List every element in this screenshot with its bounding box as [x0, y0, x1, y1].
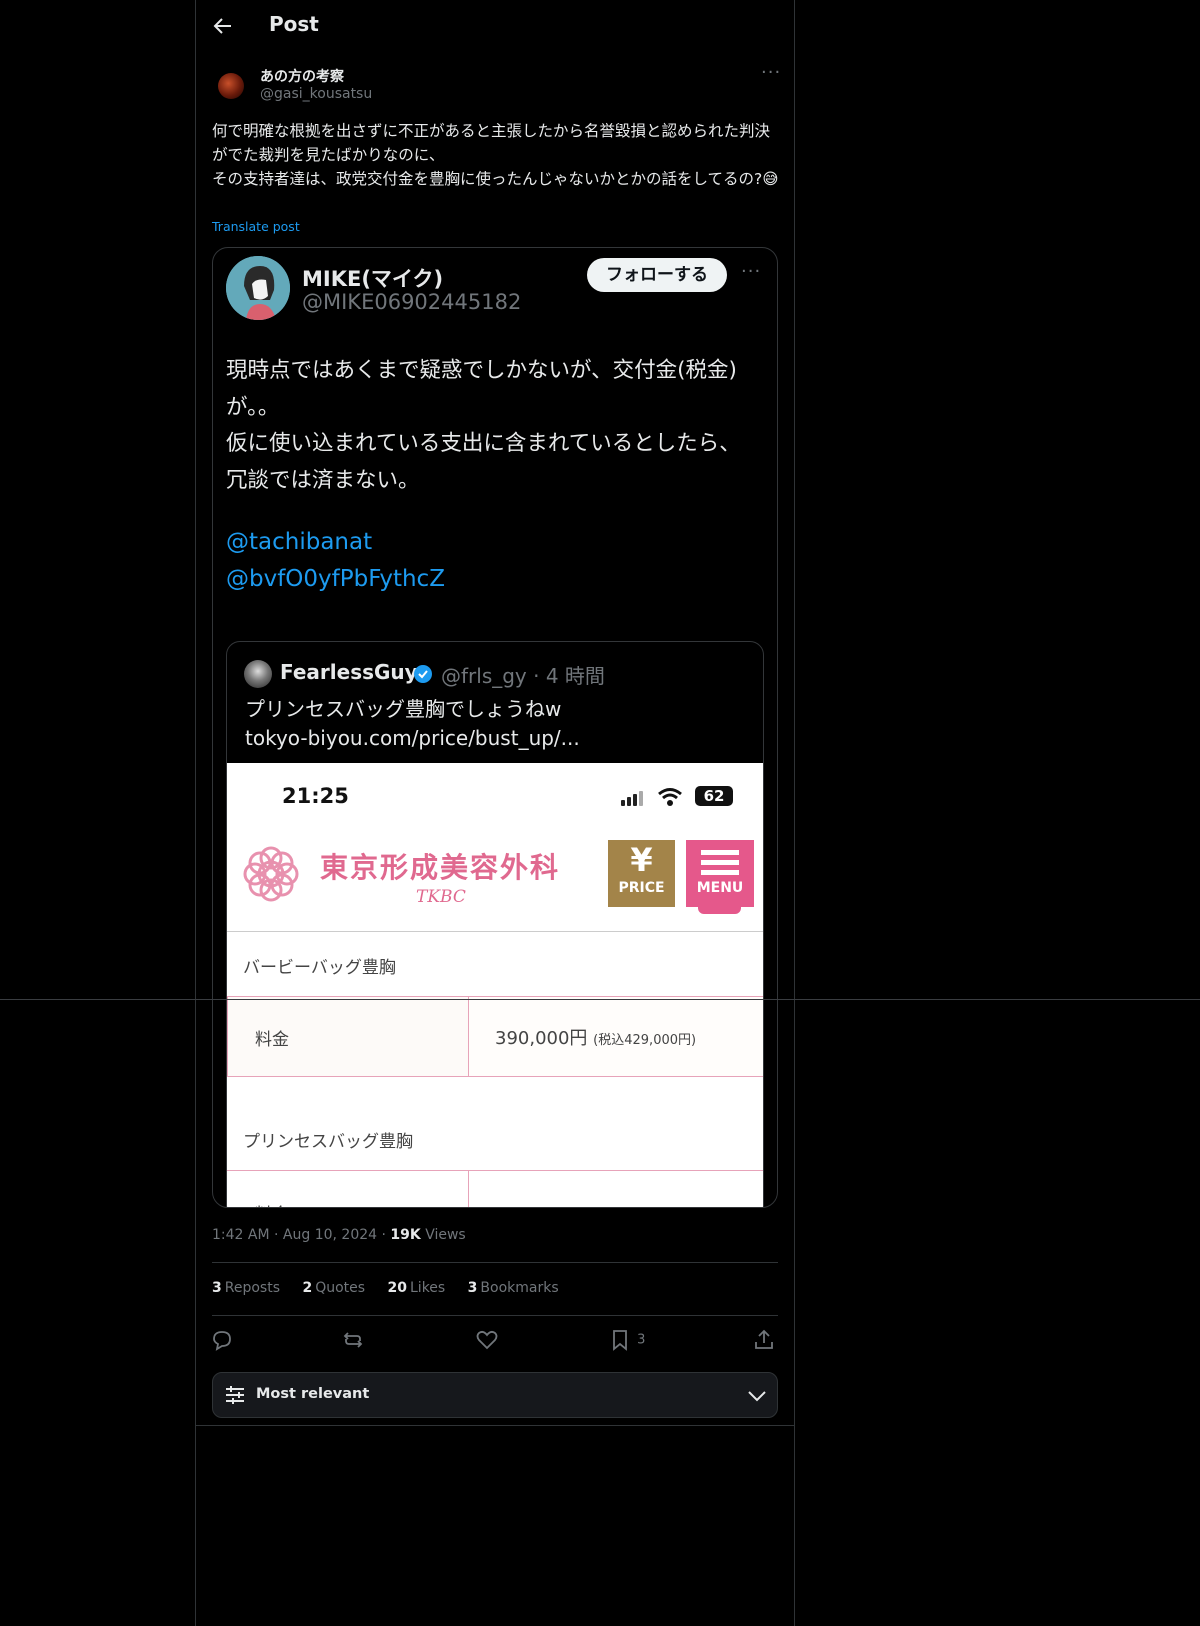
menu-button: MENU	[686, 840, 754, 907]
embedded-more-icon: ···	[741, 261, 762, 282]
divider	[196, 1425, 794, 1426]
engagement-stats: 3 Reposts 2 Quotes 20 Likes 3 Bookmarks	[212, 1280, 577, 1296]
embedded-text: 現時点ではあくまで疑惑でしかないが、交付金(税金)が。。 仮に使い込まれている支…	[226, 358, 741, 493]
table-border	[468, 1170, 469, 1207]
post-text: 何で明確な根拠を出さずに不正があると主張したから名誉毀損と認められた判決がでた裁…	[212, 122, 779, 188]
quoted-tweet: FearlessGuy @frls_gy · 4 時間 プリンセスバッグ豊胸でし…	[226, 641, 764, 1207]
quoted-author-name: FearlessGuy	[280, 660, 418, 684]
divider	[212, 1315, 778, 1316]
hamburger-icon	[686, 840, 754, 875]
price-label: 料金	[255, 1030, 289, 1050]
author-avatar[interactable]	[218, 73, 244, 99]
clinic-name: 東京形成美容外科	[320, 851, 561, 884]
menu-tab-decoration	[698, 904, 741, 914]
like-heart-icon[interactable]	[475, 1328, 501, 1354]
quoted-text: プリンセスバッグ豊胸でしょうねw tokyo-biyou.com/price/b…	[245, 697, 580, 750]
post-timestamp: 1:42 AM · Aug 10, 2024 · 19K Views	[212, 1227, 466, 1243]
author-name[interactable]: あの方の考察	[260, 66, 344, 86]
bookmarks-stat[interactable]: 3 Bookmarks	[468, 1280, 559, 1296]
battery-indicator: 62	[695, 786, 733, 806]
follow-button: フォローする	[587, 258, 727, 292]
likes-stat[interactable]: 20 Likes	[388, 1280, 446, 1296]
mention-tachibanat: @tachibanat	[226, 529, 373, 555]
chevron-down-icon	[747, 1387, 767, 1409]
back-arrow-icon[interactable]	[211, 14, 235, 38]
embedded-avatar	[226, 256, 290, 320]
quoted-avatar	[244, 660, 272, 688]
share-icon[interactable]	[752, 1328, 778, 1354]
table-border	[468, 996, 469, 1076]
main-column: Post あの方の考察 @gasi_kousatsu ··· 何で明確な根拠を出…	[195, 0, 795, 1626]
more-options-icon[interactable]: ···	[761, 62, 781, 83]
quoted-author-handle: @frls_gy · 4 時間	[441, 664, 605, 688]
divider	[227, 931, 763, 932]
embedded-author-handle: @MIKE06902445182	[302, 290, 522, 314]
clinic-screenshot: 21:25 62 東京形成美容外科 TKBC ¥ PRICE MENU バービー…	[227, 763, 763, 1207]
table-border	[227, 1170, 763, 1171]
table-border	[227, 996, 228, 1076]
mention-bvfo0yf: @bvfO0yfPbFythcZ	[226, 566, 445, 592]
price-label: 料金	[255, 1200, 289, 1207]
translate-post-link[interactable]: Translate post	[212, 219, 300, 234]
clinic-logo-icon	[239, 842, 303, 906]
reply-icon[interactable]	[210, 1328, 236, 1354]
verified-badge-icon	[413, 664, 433, 688]
post-image[interactable]: MIKE(マイク) @MIKE06902445182 フォローする ··· 現時…	[212, 247, 778, 1208]
clinic-abbrev: TKBC	[416, 887, 466, 907]
filter-sliders-icon	[224, 1384, 246, 1410]
cell-signal-icon	[621, 791, 645, 810]
table-border	[227, 1076, 763, 1077]
sort-label: Most relevant	[256, 1386, 370, 1402]
section-title-princess: プリンセスバッグ豊胸	[243, 1132, 413, 1152]
reposts-stat[interactable]: 3 Reposts	[212, 1280, 280, 1296]
price-button: ¥ PRICE	[608, 840, 675, 907]
bookmark-icon[interactable]: 3	[608, 1328, 658, 1354]
page-title: Post	[269, 12, 319, 36]
wifi-icon	[657, 787, 683, 811]
price-value: 390,000円 (税込429,000円)	[495, 1028, 697, 1049]
divider	[212, 1262, 778, 1263]
status-time: 21:25	[282, 784, 349, 808]
embedded-author-name: MIKE(マイク)	[302, 267, 444, 291]
sort-replies-dropdown[interactable]: Most relevant	[212, 1372, 778, 1418]
quotes-stat[interactable]: 2 Quotes	[302, 1280, 365, 1296]
section-title-barbie: バービーバッグ豊胸	[243, 958, 396, 978]
divider	[0, 999, 1200, 1000]
yen-icon: ¥	[630, 841, 653, 879]
repost-icon[interactable]	[341, 1328, 367, 1354]
author-handle[interactable]: @gasi_kousatsu	[260, 86, 372, 102]
